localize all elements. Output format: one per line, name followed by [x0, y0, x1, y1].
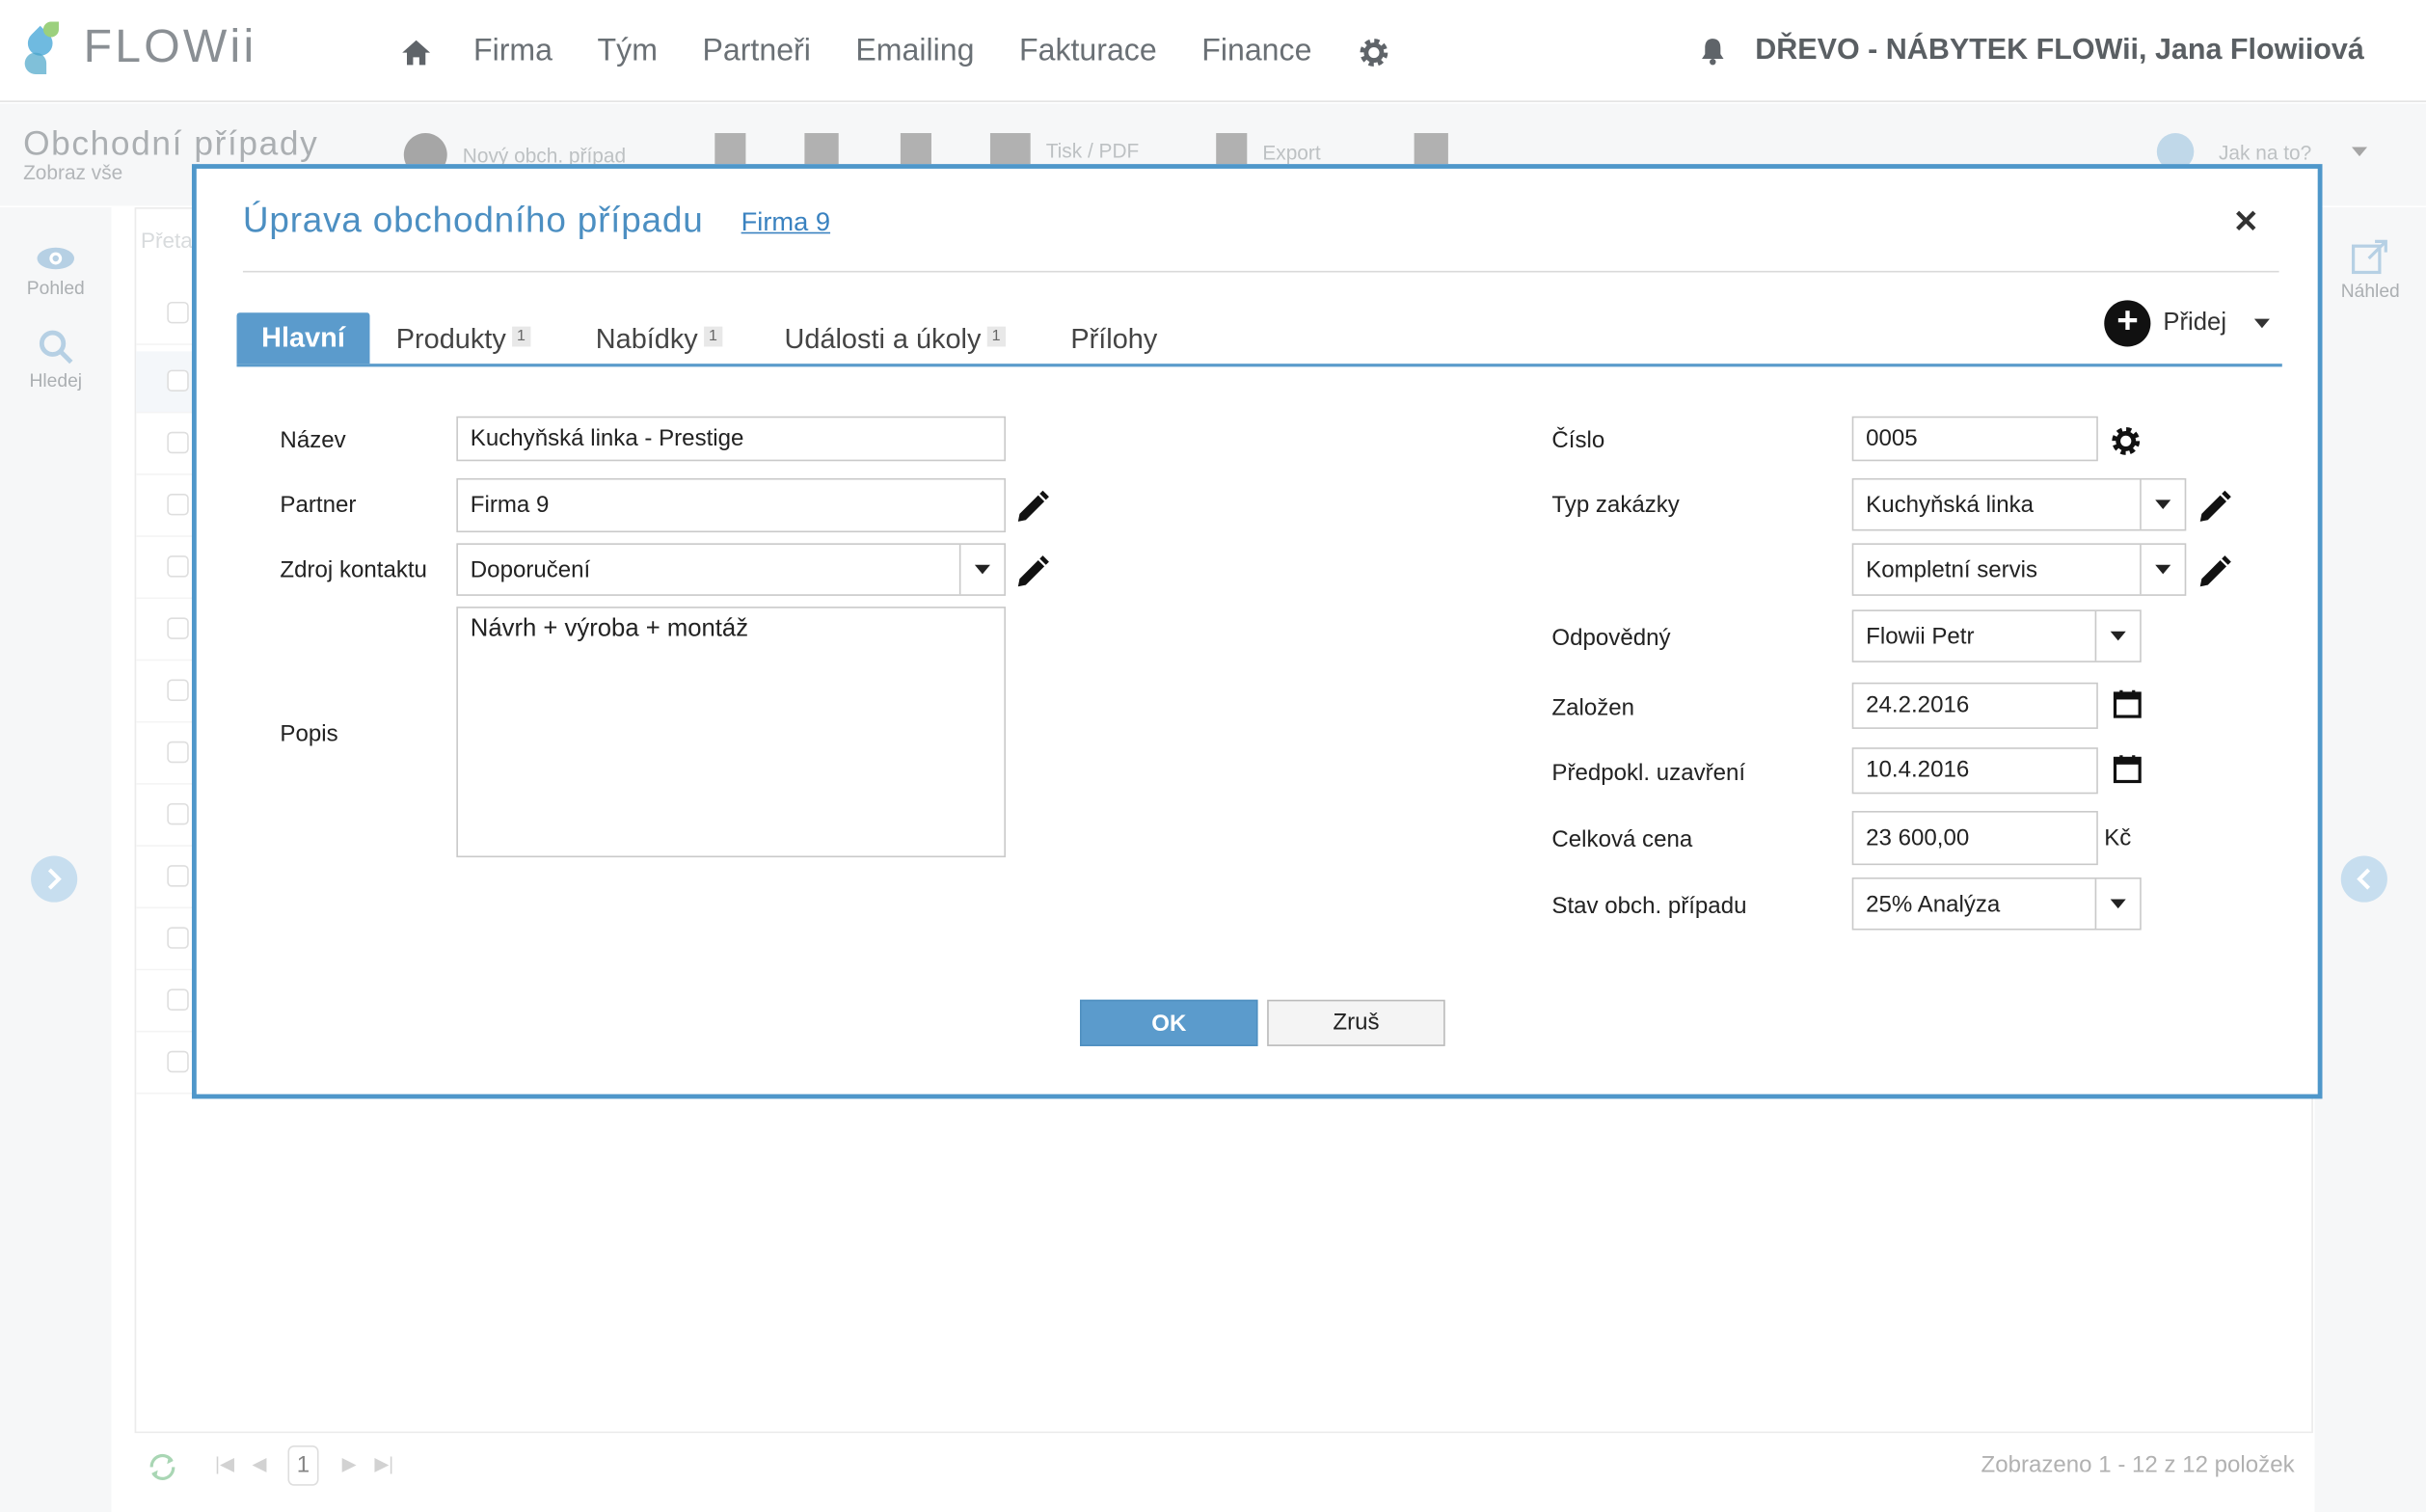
order-type-select[interactable]: Kuchyňská linka [1851, 477, 2187, 531]
created-label: Založen [1551, 694, 1635, 721]
source-value: Doporučení [470, 556, 591, 584]
main-nav: Firma Tým Partneři Emailing Fakturace Fi… [399, 34, 1390, 69]
responsible-select[interactable]: Flowii Petr [1851, 609, 2142, 662]
price-label: Celková cena [1551, 826, 1693, 853]
order-type2-value: Kompletní servis [1866, 556, 2038, 584]
tab-badge: 1 [704, 326, 722, 347]
pencil-icon[interactable] [2196, 489, 2233, 526]
nav-item-fakturace[interactable]: Fakturace [1019, 34, 1157, 69]
pencil-icon[interactable] [1013, 554, 1051, 592]
description-label: Popis [280, 720, 338, 748]
tab-badge: 1 [986, 326, 1006, 347]
nav-item-finance[interactable]: Finance [1201, 34, 1311, 69]
name-field[interactable]: Kuchyňská linka - Prestige [456, 416, 1006, 462]
cancel-button[interactable]: Zruš [1267, 999, 1445, 1046]
user-menu[interactable]: DŘEVO - NÁBYTEK FLOWii, Jana Flowiiová [1700, 34, 2364, 68]
add-button[interactable]: + Přidej [2104, 300, 2270, 347]
dialog-tabs: Hlavní Produkty 1 Nabídky 1 Události a úko… [236, 300, 2282, 367]
number-field[interactable]: 0005 [1851, 416, 2098, 462]
title-divider [242, 270, 2279, 273]
order-type2-select[interactable]: Kompletní servis [1851, 543, 2187, 596]
state-value: 25% Analýza [1866, 891, 2001, 918]
price-field[interactable]: 23 600,00 [1851, 810, 2098, 866]
pencil-icon[interactable] [1013, 489, 1051, 526]
source-label: Zdroj kontaktu [280, 556, 427, 584]
tab-badge: 1 [512, 326, 530, 347]
close-icon[interactable]: ✕ [2233, 202, 2259, 241]
nav-item-emailing[interactable]: Emailing [855, 34, 974, 69]
partner-field[interactable]: Firma 9 [456, 477, 1006, 533]
ok-button[interactable]: OK [1080, 999, 1258, 1046]
nav-item-firma[interactable]: Firma [473, 34, 553, 69]
company-link[interactable]: Firma 9 [741, 207, 830, 238]
currency-label: Kč [2104, 824, 2132, 851]
gear-icon[interactable] [1357, 35, 1390, 68]
tab-produkty[interactable]: Produkty 1 [396, 312, 530, 364]
tab-udalosti[interactable]: Události a úkoly 1 [785, 312, 1006, 364]
state-select[interactable]: 25% Analýza [1851, 877, 2142, 931]
plus-icon: + [2104, 300, 2151, 347]
tab-nabidky[interactable]: Nabídky 1 [596, 312, 722, 364]
add-label: Přidej [2163, 309, 2227, 337]
nav-item-tym[interactable]: Tým [598, 34, 658, 69]
chevron-down-icon[interactable] [2140, 544, 2185, 595]
responsible-label: Odpovědný [1551, 625, 1671, 652]
top-navbar: FLOWii Firma Tým Partneři Emailing Faktu… [0, 0, 2426, 102]
chevron-down-icon[interactable] [2253, 318, 2270, 329]
calendar-icon[interactable] [2112, 688, 2143, 719]
tab-hlavni[interactable]: Hlavní [236, 312, 370, 364]
nav-item-partneri[interactable]: Partneři [702, 34, 810, 69]
source-select[interactable]: Doporučení [456, 543, 1006, 596]
logo[interactable]: FLOWii [21, 18, 256, 77]
state-label: Stav obch. případu [1551, 893, 1747, 920]
chevron-down-icon[interactable] [2094, 610, 2141, 662]
logo-text: FLOWii [83, 21, 257, 73]
description-textarea[interactable]: Návrh + výroba + montáž [456, 607, 1006, 858]
chevron-down-icon[interactable] [2140, 479, 2185, 529]
number-label: Číslo [1551, 426, 1605, 454]
created-date-field[interactable]: 24.2.2016 [1851, 682, 2098, 729]
logo-mark-icon [21, 18, 67, 77]
name-label: Název [280, 426, 346, 454]
user-name: DŘEVO - NÁBYTEK FLOWii, Jana Flowiiová [1755, 34, 2364, 68]
edit-case-dialog: Úprava obchodního případu Firma 9 ✕ Hlav… [191, 164, 2323, 1099]
tab-prilohy[interactable]: Přílohy [1070, 312, 1157, 364]
bell-icon[interactable] [1700, 36, 1728, 67]
responsible-value: Flowii Petr [1866, 623, 1975, 651]
gear-icon[interactable] [2109, 424, 2143, 458]
chevron-down-icon[interactable] [2094, 878, 2141, 929]
order-type-label: Typ zakázky [1551, 492, 1680, 519]
dialog-title: Úprava obchodního případu [242, 200, 704, 240]
calendar-icon[interactable] [2112, 754, 2143, 785]
pencil-icon[interactable] [2196, 554, 2233, 592]
close-date-label: Předpokl. uzavření [1551, 760, 1746, 787]
home-icon[interactable] [399, 37, 433, 68]
partner-label: Partner [280, 492, 357, 519]
order-type-value: Kuchyňská linka [1866, 492, 2035, 519]
close-date-field[interactable]: 10.4.2016 [1851, 747, 2098, 795]
chevron-down-icon[interactable] [958, 544, 1005, 595]
